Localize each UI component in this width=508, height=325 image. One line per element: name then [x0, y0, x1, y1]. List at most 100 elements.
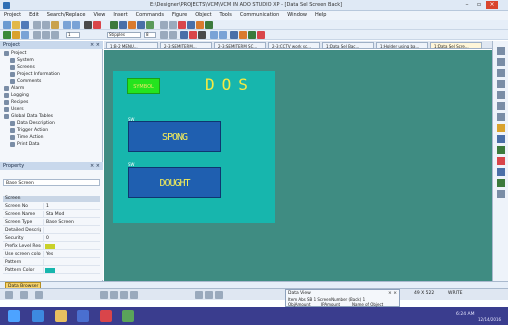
layout-icon[interactable]: [119, 21, 127, 29]
property-row[interactable]: Pattern: [3, 259, 100, 266]
property-row[interactable]: Pattern Color: [3, 267, 100, 274]
data-icon[interactable]: [187, 21, 195, 29]
property-panel-close[interactable]: × ×: [90, 162, 100, 170]
tree-item[interactable]: Project Information: [0, 71, 103, 78]
paint-icon[interactable]: [497, 113, 505, 121]
align-right-icon[interactable]: [120, 291, 128, 299]
property-row[interactable]: Security 0: [3, 235, 100, 242]
tree-item[interactable]: Users: [0, 106, 103, 113]
rectangle-icon[interactable]: [497, 58, 505, 66]
menu-view[interactable]: View: [89, 11, 109, 19]
draw-icon[interactable]: [21, 31, 29, 39]
screen-icon[interactable]: [84, 21, 92, 29]
property-value[interactable]: 1: [43, 203, 98, 209]
lamp-tool-icon[interactable]: [497, 146, 505, 154]
polygon-icon[interactable]: [497, 91, 505, 99]
front-icon[interactable]: [210, 31, 218, 39]
minimize-button[interactable]: –: [462, 1, 472, 9]
tree-item[interactable]: Logging: [0, 92, 103, 99]
property-value[interactable]: Yes: [43, 251, 98, 257]
data-view-close[interactable]: × ×: [388, 291, 397, 296]
spong-button[interactable]: SPONG: [128, 121, 221, 152]
flip-icon[interactable]: [205, 291, 213, 299]
tree-item[interactable]: Trigger Action: [0, 127, 103, 134]
menu-project[interactable]: Project: [0, 11, 25, 19]
font-select[interactable]: Stipples: [107, 32, 141, 38]
align-center-icon[interactable]: [110, 291, 118, 299]
windows-start-icon[interactable]: [8, 310, 20, 322]
property-row[interactable]: Prefix Level Resource: [3, 243, 100, 250]
document-tab[interactable]: 1:Data Sel Bac...: [322, 42, 374, 49]
numeric-icon[interactable]: [497, 157, 505, 165]
align-top-icon[interactable]: [130, 291, 138, 299]
zoom-in-icon[interactable]: [160, 21, 168, 29]
folder-icon[interactable]: [55, 310, 67, 322]
tree-item[interactable]: Alarm: [0, 85, 103, 92]
group-icon[interactable]: [51, 31, 59, 39]
tree-item[interactable]: Time Action: [0, 134, 103, 141]
menu-insert[interactable]: Insert: [109, 11, 131, 19]
transfer-icon[interactable]: [93, 21, 101, 29]
rotate-icon[interactable]: [195, 291, 203, 299]
graph-icon[interactable]: [497, 168, 505, 176]
fill-icon[interactable]: [180, 31, 188, 39]
document-tab[interactable]: 1:B-2 MENU...: [106, 42, 158, 49]
project-panel-close[interactable]: × ×: [90, 41, 100, 49]
document-tab[interactable]: 1:Data Sel Scre...: [430, 42, 482, 49]
library-icon[interactable]: [137, 21, 145, 29]
lock-icon[interactable]: [215, 291, 223, 299]
cut-icon[interactable]: [33, 21, 41, 29]
paste-icon[interactable]: [51, 21, 59, 29]
restore-button[interactable]: ▫: [474, 1, 484, 9]
object-selector[interactable]: Base Screen: [3, 179, 100, 186]
redo-icon[interactable]: [72, 21, 80, 29]
menu-commands[interactable]: Commands: [132, 11, 168, 19]
arrow-icon[interactable]: [12, 31, 20, 39]
line-color-icon[interactable]: [189, 31, 197, 39]
menu-communication[interactable]: Communication: [236, 11, 283, 19]
menu-search-replace[interactable]: Search/Replace: [43, 11, 90, 19]
tree-item[interactable]: Print Data: [0, 141, 103, 148]
alarm-icon[interactable]: [178, 21, 186, 29]
zoom-out-icon[interactable]: [169, 21, 177, 29]
distribute-icon[interactable]: [42, 31, 50, 39]
property-row[interactable]: Use screen color Yes: [3, 251, 100, 258]
color-swatch[interactable]: [45, 268, 55, 273]
size-select[interactable]: 8: [144, 32, 156, 38]
menu-help[interactable]: Help: [311, 11, 330, 19]
document-tab[interactable]: 2-3:SEMITERM SC...: [214, 42, 266, 49]
screen-list-icon[interactable]: [230, 31, 238, 39]
run-icon[interactable]: [3, 31, 11, 39]
property-value[interactable]: [43, 259, 98, 265]
property-row[interactable]: Detailed Description: [3, 227, 100, 234]
browser-icon[interactable]: [32, 310, 44, 322]
close-button[interactable]: ×: [486, 1, 498, 9]
circle-icon[interactable]: [497, 69, 505, 77]
stop-icon[interactable]: [257, 31, 265, 39]
document-tab[interactable]: 2-3:SEMITERM...: [160, 42, 212, 49]
tree-item[interactable]: Project: [0, 50, 103, 57]
chart-icon[interactable]: [196, 21, 204, 29]
symbol-button[interactable]: SYMBOL: [127, 78, 160, 94]
tree-item[interactable]: Recipes: [0, 99, 103, 106]
bold-icon[interactable]: [160, 31, 168, 39]
property-value[interactable]: Base Screen: [43, 219, 98, 225]
tree-item[interactable]: System: [0, 57, 103, 64]
parts-icon[interactable]: [146, 21, 154, 29]
arc-icon[interactable]: [497, 80, 505, 88]
tree-item[interactable]: Screens: [0, 64, 103, 71]
zoom-select[interactable]: 1: [66, 32, 80, 38]
layer-icon[interactable]: [20, 291, 28, 299]
store-icon[interactable]: [77, 310, 89, 322]
dought-button[interactable]: DOUGHT: [128, 167, 221, 198]
dos-header-text[interactable]: DOS: [205, 75, 255, 94]
menu-tools[interactable]: Tools: [216, 11, 236, 19]
line-icon[interactable]: [497, 47, 505, 55]
property-value[interactable]: 0: [43, 235, 98, 241]
pattern-icon[interactable]: [198, 31, 206, 39]
tree-item[interactable]: Data Description: [0, 120, 103, 127]
italic-icon[interactable]: [169, 31, 177, 39]
snap-icon[interactable]: [35, 291, 43, 299]
open-icon[interactable]: [12, 21, 20, 29]
menu-window[interactable]: Window: [283, 11, 311, 19]
